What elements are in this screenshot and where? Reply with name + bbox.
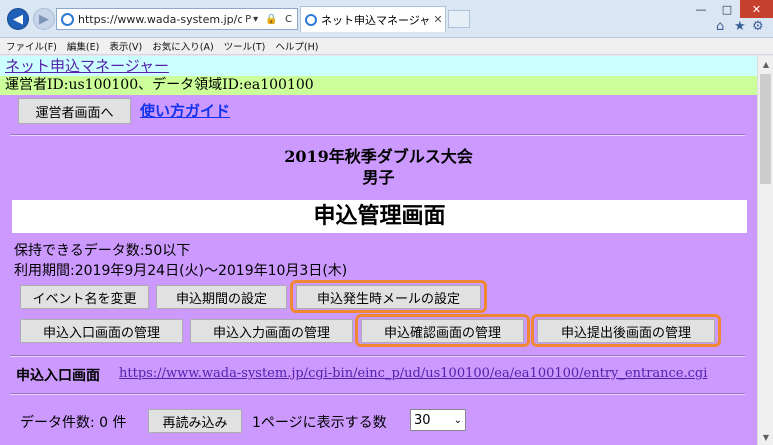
site-bar: ネット申込マネージャー: [0, 56, 757, 76]
tab-close-icon[interactable]: ✕: [431, 13, 445, 26]
home-icon[interactable]: ⌂: [716, 19, 724, 34]
per-page-value: 30: [414, 412, 431, 428]
chevron-down-icon: ⌄: [453, 414, 462, 426]
new-tab-button[interactable]: [448, 10, 470, 28]
per-page-label: 1ページに表示する数: [252, 415, 387, 431]
entry-period-button[interactable]: 申込期間の設定: [156, 285, 287, 309]
event-subtitle: 男子: [362, 168, 395, 187]
arrow-right-icon: ▶: [39, 11, 49, 27]
maximize-button[interactable]: □: [714, 0, 740, 18]
data-capacity: 保持できるデータ数:50以下: [14, 243, 191, 259]
address-tools[interactable]: P▾ 🔒 C: [242, 14, 297, 25]
gear-icon[interactable]: ⚙: [752, 19, 764, 34]
entry-page-label: 申込入口画面: [16, 368, 100, 384]
menu-tools[interactable]: ツール(T): [224, 39, 266, 53]
ie-page-icon: [61, 12, 74, 26]
back-button[interactable]: ◀: [7, 8, 29, 30]
close-icon: ✕: [751, 2, 762, 16]
data-count: データ件数: 0 件: [20, 415, 127, 431]
address-bar[interactable]: https://www.wada-system.jp/cgi-bin/einc_…: [56, 8, 298, 30]
address-url[interactable]: https://www.wada-system.jp/cgi-bin/einc_: [78, 13, 242, 26]
entry-page-link[interactable]: https://www.wada-system.jp/cgi-bin/einc_…: [119, 366, 707, 381]
operator-info: 運営者ID:us100100、データ領域ID:ea100100: [0, 76, 757, 95]
menu-favorites[interactable]: お気に入り(A): [152, 39, 213, 53]
page-content: ネット申込マネージャー 運営者ID:us100100、データ領域ID:ea100…: [0, 56, 757, 445]
minimize-button[interactable]: —: [688, 0, 714, 18]
post-submit-page-button[interactable]: 申込提出後画面の管理: [537, 319, 715, 343]
rename-event-button[interactable]: イベント名を変更: [20, 285, 149, 309]
scroll-up-icon[interactable]: ▲: [758, 56, 773, 72]
divider: [10, 355, 745, 357]
input-page-button[interactable]: 申込入力画面の管理: [190, 319, 353, 343]
scroll-down-icon[interactable]: ▼: [758, 429, 773, 445]
forward-button[interactable]: ▶: [33, 8, 55, 30]
scroll-thumb[interactable]: [760, 74, 771, 184]
menu-edit[interactable]: 編集(E): [67, 39, 99, 53]
arrow-left-icon: ◀: [13, 11, 23, 27]
operator-screen-button[interactable]: 運営者画面へ: [18, 98, 131, 124]
confirm-page-button[interactable]: 申込確認画面の管理: [361, 319, 524, 343]
per-page-select[interactable]: 30 ⌄: [410, 409, 466, 431]
star-icon[interactable]: ★: [734, 19, 746, 34]
browser-chrome: ◀ ▶ https://www.wada-system.jp/cgi-bin/e…: [0, 0, 773, 38]
reload-button[interactable]: 再読み込み: [148, 409, 242, 433]
menu-view[interactable]: 表示(V): [109, 39, 142, 53]
tab-title: ネット申込マネージャー 申込...: [321, 13, 431, 27]
usage-guide-link[interactable]: 使い方ガイド: [140, 100, 230, 121]
menu-file[interactable]: ファイル(F): [6, 39, 57, 53]
menu-bar: ファイル(F) 編集(E) 表示(V) お気に入り(A) ツール(T) ヘルプ(…: [0, 38, 773, 55]
event-title: 2019年秋季ダブルス大会: [284, 147, 473, 166]
divider: [10, 393, 745, 395]
divider: [10, 134, 745, 136]
ie-tab-icon: [305, 13, 317, 26]
usage-period: 利用期間:2019年9月24日(火)〜2019年10月3日(木): [14, 263, 348, 279]
browser-tab[interactable]: ネット申込マネージャー 申込... ✕: [300, 6, 446, 32]
page-heading: 申込管理画面: [12, 200, 747, 233]
menu-help[interactable]: ヘルプ(H): [275, 39, 318, 53]
vertical-scrollbar[interactable]: ▲ ▼: [757, 56, 773, 445]
mail-settings-button[interactable]: 申込発生時メールの設定: [296, 285, 481, 309]
site-link[interactable]: ネット申込マネージャー: [5, 57, 169, 75]
entrance-page-button[interactable]: 申込入口画面の管理: [20, 319, 183, 343]
close-window-button[interactable]: ✕: [740, 0, 773, 18]
